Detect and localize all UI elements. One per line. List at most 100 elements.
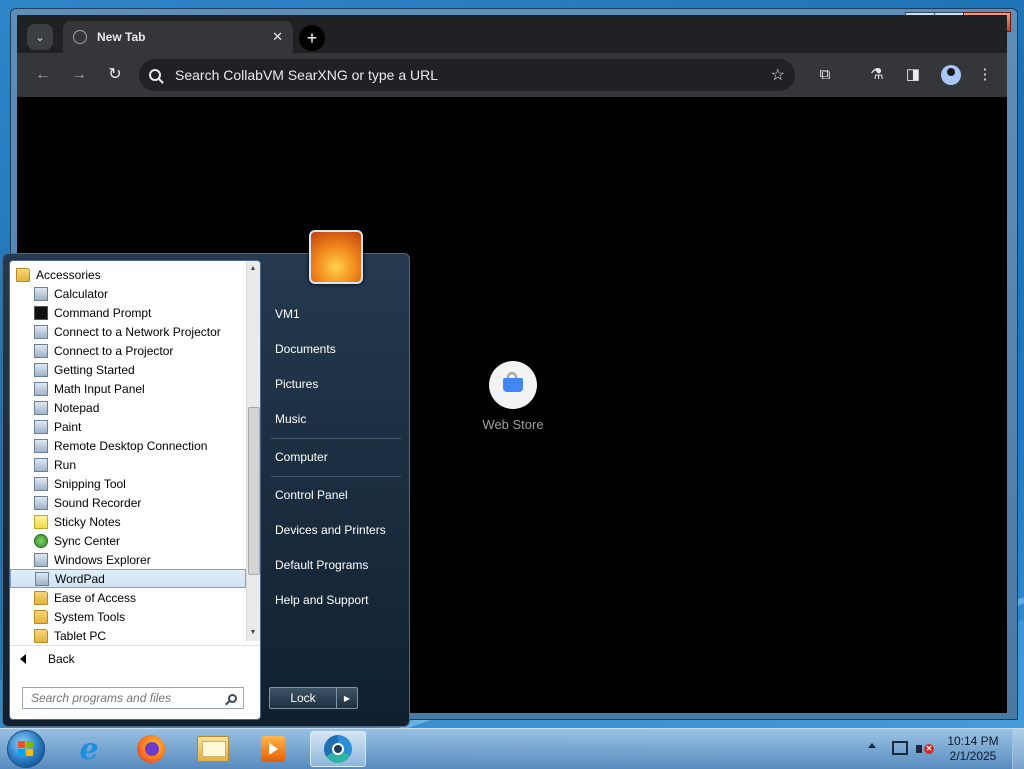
chevron-down-icon: ⌄	[35, 31, 45, 44]
arrow-right-icon: ▶	[343, 693, 351, 703]
taskbar-firefox[interactable]	[126, 731, 176, 767]
program-label: Math Input Panel	[54, 381, 145, 396]
arrow-right-icon: →	[71, 66, 87, 83]
start-button[interactable]	[7, 730, 45, 768]
user-picture[interactable]	[309, 230, 363, 284]
program-item[interactable]: Connect to a Network Projector	[10, 322, 246, 341]
program-item[interactable]: Command Prompt	[10, 303, 246, 322]
start-menu-divider	[271, 476, 401, 477]
start-link-documents[interactable]: Documents	[275, 342, 336, 356]
web-store-shortcut[interactable]	[489, 361, 537, 409]
program-item[interactable]: Paint	[10, 417, 246, 436]
program-item[interactable]: Notepad	[10, 398, 246, 417]
program-item[interactable]: Sound Recorder	[10, 493, 246, 512]
sticky-notes-icon	[34, 514, 48, 529]
program-label: Run	[54, 457, 77, 472]
tab-strip: ⌄ New Tab ✕ +	[17, 15, 1007, 53]
start-menu: Accessories Calculator Command Prompt Conne…	[2, 230, 410, 727]
start-link-computer[interactable]: Computer	[275, 450, 328, 464]
taskbar-internet-explorer[interactable]: e	[64, 731, 114, 767]
program-item[interactable]: System Tools	[10, 607, 246, 626]
forward-button[interactable]: →	[69, 65, 89, 85]
program-label: Remote Desktop Connection	[54, 438, 208, 453]
system-clock[interactable]: 10:14 PM 2/1/2025	[940, 734, 1006, 764]
taskbar-media-player[interactable]	[248, 731, 298, 767]
start-link-pictures[interactable]: Pictures	[275, 377, 318, 391]
start-link-music[interactable]: Music	[275, 412, 306, 426]
program-item[interactable]: Snipping Tool	[10, 474, 246, 493]
omnibox[interactable]: Search CollabVM SearXNG or type a URL ☆	[139, 59, 795, 91]
back-arrow-icon	[20, 654, 26, 664]
scroll-up-icon[interactable]: ▲	[248, 265, 258, 272]
program-item[interactable]: Calculator	[10, 284, 246, 303]
labs-flask-icon[interactable]: ⚗	[867, 65, 887, 85]
program-item[interactable]: Getting Started	[10, 360, 246, 379]
program-item[interactable]: Math Input Panel	[10, 379, 246, 398]
wordpad-icon	[35, 571, 49, 586]
program-label: Accessories	[36, 267, 101, 282]
globe-icon	[73, 30, 87, 44]
profile-avatar-icon[interactable]	[941, 65, 961, 85]
program-label: Windows Explorer	[54, 552, 151, 567]
shutdown-group: Lock ▶	[269, 687, 358, 709]
network-projector-icon	[34, 324, 48, 339]
new-tab-button[interactable]: +	[299, 25, 325, 51]
scroll-down-icon[interactable]: ▼	[248, 629, 258, 636]
plus-icon: +	[306, 27, 318, 48]
start-menu-left-pane: Accessories Calculator Command Prompt Conne…	[9, 260, 261, 720]
shutdown-options-button[interactable]: ▶	[337, 687, 358, 709]
program-item[interactable]: Sticky Notes	[10, 512, 246, 531]
lock-button[interactable]: Lock	[269, 687, 337, 709]
tab-new-tab[interactable]: New Tab ✕	[63, 21, 293, 53]
tab-title: New Tab	[97, 30, 146, 44]
program-item[interactable]: Run	[10, 455, 246, 474]
volume-muted-icon[interactable]: ✕	[916, 741, 934, 757]
program-label: Snipping Tool	[54, 476, 126, 491]
program-label: Notepad	[54, 400, 100, 415]
windows-explorer-icon	[34, 552, 48, 567]
tab-search-button[interactable]: ⌄	[27, 24, 53, 50]
start-link-control-panel[interactable]: Control Panel	[275, 488, 348, 502]
web-store-icon	[503, 372, 523, 392]
program-label: Ease of Access	[54, 590, 137, 605]
program-label: Sound Recorder	[54, 495, 142, 510]
taskbar-chrome[interactable]	[310, 731, 366, 767]
reload-icon: ↻	[108, 66, 122, 83]
show-hidden-icons-icon[interactable]	[868, 743, 876, 748]
back-button[interactable]: Back	[10, 645, 260, 672]
start-link-help-support[interactable]: Help and Support	[275, 593, 368, 607]
clock-time: 10:14 PM	[947, 734, 999, 748]
start-link-default-programs[interactable]: Default Programs	[275, 558, 368, 572]
program-label: Calculator	[54, 286, 109, 301]
start-search-input[interactable]	[29, 690, 228, 706]
back-button[interactable]: ←	[33, 65, 53, 85]
program-item[interactable]: WordPad	[10, 569, 246, 588]
program-item[interactable]: Connect to a Projector	[10, 341, 246, 360]
program-item[interactable]: Windows Explorer	[10, 550, 246, 569]
start-search-box[interactable]	[22, 687, 244, 709]
more-menu-icon[interactable]: ⋮	[975, 65, 995, 85]
show-desktop-button[interactable]	[1012, 729, 1024, 769]
start-link-user[interactable]: VM1	[275, 307, 300, 321]
tab-close-icon[interactable]: ✕	[272, 29, 283, 45]
program-item[interactable]: Ease of Access	[10, 588, 246, 607]
bookmark-star-icon[interactable]: ☆	[771, 65, 785, 85]
program-label: System Tools	[54, 609, 126, 624]
program-label: Command Prompt	[54, 305, 152, 320]
browser-toolbar: ← → ↻ Search CollabVM SearXNG or type a …	[17, 53, 1007, 97]
command-prompt-icon	[34, 305, 48, 320]
side-panel-icon[interactable]: ◨	[903, 65, 923, 85]
scroll-thumb[interactable]	[248, 407, 260, 575]
program-item[interactable]: Tablet PC	[10, 626, 246, 645]
network-icon[interactable]	[892, 741, 908, 755]
extensions-icon[interactable]: ⧉	[815, 65, 835, 85]
program-item[interactable]: Remote Desktop Connection	[10, 436, 246, 455]
projector-icon	[34, 343, 48, 358]
omnibox-placeholder: Search CollabVM SearXNG or type a URL	[175, 67, 438, 83]
taskbar-windows-explorer[interactable]	[188, 731, 238, 767]
reload-button[interactable]: ↻	[105, 65, 125, 85]
program-item[interactable]: Sync Center	[10, 531, 246, 550]
program-item[interactable]: Accessories	[10, 265, 246, 284]
start-link-devices-printers[interactable]: Devices and Printers	[275, 523, 386, 537]
arrow-left-icon: ←	[35, 66, 51, 83]
